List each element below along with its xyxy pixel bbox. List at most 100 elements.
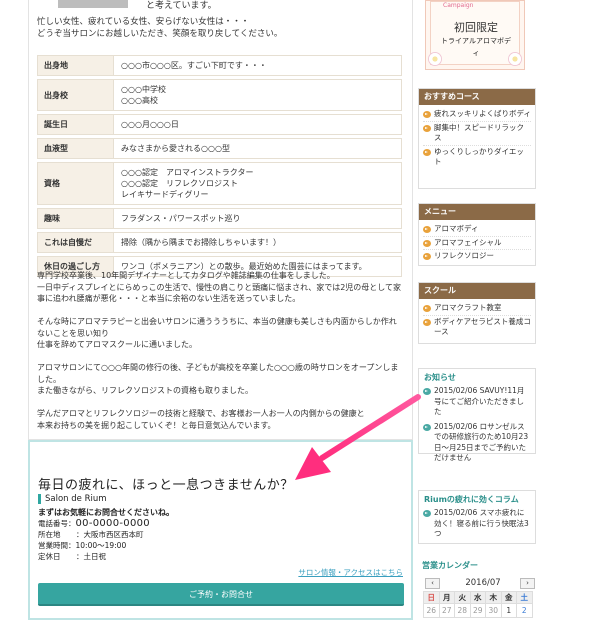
table-row: 趣味 フラダンス・パワースポット巡り [37,208,402,229]
weekday-cell: 金 [500,591,517,604]
day-cell: 27 [438,603,455,618]
banner-title: 初回限定 [454,21,498,34]
weekday-cell: 水 [469,591,486,604]
value-line: フラダンス・パワースポット巡り [121,214,241,223]
menu-label: アロマボディ [434,224,479,233]
news-label: 2015/02/06 ロサンゼルスでの研修旅行のため10月23日～月25日までご… [434,421,529,463]
hours-label: 営業時間： [38,541,76,550]
paragraph: アロマサロンにて○○○年間の修行の後、子どもが高校を卒業した○○○歳の時サロンを… [37,362,402,397]
school-list: アロマクラフト教室 ボディケアセラピスト養成コース [419,299,535,341]
intro-line: どうぞ当サロンにお越しいただき、笑顔を取り戻してください。 [37,28,283,39]
salon-name: Salon de Rium [38,494,107,504]
weekday-cell: 土 [516,591,533,604]
holiday-label: 定休日 [38,552,61,561]
tel-number[interactable]: 00-0000-0000 [76,518,150,529]
bullet-arrow-icon [423,124,431,132]
calendar-month: 2016/07 [465,578,501,588]
news-widget: お知らせ 2015/02/06 SAVUY!11月号にてご紹介いただきました 2… [418,368,536,462]
calendar-prev-button[interactable]: ‹ [425,578,440,589]
line: 学んだアロマとリフレクソロジーの技術と経験で、お客様お一人お一人の内側からの健康… [37,409,365,418]
value-line: ○○○中学校 [121,85,166,94]
intro-text: 忙しい女性、疲れている女性、安らげない女性は・・・ どうぞ当サロンにお越しいただ… [37,17,397,40]
news-heading: お知らせ [424,373,456,382]
news-link[interactable]: 2015/02/06 SAVUY!11月号にてご紹介いただきました [419,384,535,420]
line: 一日中ディスプレイとにらめっこの生活で、慢性の肩こりと頭痛に悩まされ、家では2児… [37,282,402,304]
trial-campaign-banner[interactable]: Campaign 初回限定 トライアルアロマボデ ィ [425,0,525,70]
weekday-row: 日 月 火 水 木 金 土 [423,591,533,604]
weekday-cell: 火 [454,591,471,604]
holiday-row: 定休日 ：土日祝 [38,551,150,562]
row-value: 掃除（隅から隅までお掃除しちゃいます！） [113,232,402,253]
calendar-nav: ‹ 2016/07 › [423,578,535,590]
course-heading: おすすめコース [419,89,535,105]
column-link[interactable]: 2015/02/06 スマホ疲れに効く！寝る前に行う快眠法3つ [419,506,535,542]
bullet-arrow-icon [423,318,431,326]
bullet-arrow-icon [423,148,431,156]
table-row: 資格 ○○○認定 アロマインストラクター ○○○認定 リフレクソロジスト レイキサード… [37,162,402,205]
calendar-heading: 営業カレンダー [422,561,478,570]
column-widget: Riumの疲れに効くコラム 2015/02/06 スマホ疲れに効く！寝る前に行う… [418,490,536,544]
day-cell: 2 [516,603,533,618]
menu-link[interactable]: アロマフェイシャル [423,237,531,250]
school-link[interactable]: ボディケアセラピスト養成コース [423,316,531,339]
intro-tail: と考えています。 [146,1,217,11]
course-link[interactable]: ゆっくりしっかりダイエット [423,146,531,169]
row-label: 趣味 [37,208,113,229]
hours-row: 営業時間：10:00～19:00 [38,540,150,551]
menu-link[interactable]: リフレクソロジー [423,250,531,263]
paragraph: そんな時にアロマテラピーと出会いサロンに通うううちに、本当の健康も美しさも内面か… [37,316,402,351]
menu-link[interactable]: アロマボディ [423,223,531,237]
bullet-arrow-icon [423,253,431,260]
menu-label: リフレクソロジー [434,251,494,260]
row-label: 資格 [37,162,113,205]
value-line: ○○○高校 [121,96,158,105]
day-cell: 28 [454,603,471,618]
course-link[interactable]: 疲れスッキリよくばりボディ [423,108,531,122]
paragraph: 学んだアロマとリフレクソロジーの技術と経験で、お客様お一人お一人の内側からの健康… [37,408,402,431]
address-label: 所在地 [38,530,61,539]
row-label: 誕生日 [37,114,113,135]
course-link[interactable]: 脚集中！スピードリラックス [423,122,531,146]
banner-subtitle: トライアルアロマボデ [441,37,511,45]
school-link[interactable]: アロマクラフト教室 [423,302,531,316]
reserve-contact-button[interactable]: ご予約・お問合せ [38,583,404,606]
day-cell: 30 [485,603,502,618]
banner-frame: Campaign 初回限定 トライアルアロマボデ ィ [428,1,522,66]
news-label: 2015/02/06 SAVUY!11月号にてご紹介いただきました [434,386,525,416]
school-widget: スクール アロマクラフト教室 ボディケアセラピスト養成コース [418,282,536,344]
value-line: レイキサードディグリー [121,190,209,199]
bunting-text: Campaign [443,2,474,9]
flower-icon [428,52,442,66]
table-row: 出身校 ○○○中学校 ○○○高校 [37,79,402,111]
row-value: ○○○認定 アロマインストラクター ○○○認定 リフレクソロジスト レイキサードディ… [113,162,402,205]
row-value: みなさまから愛される○○○型 [113,138,402,159]
week-row: 26 27 28 29 30 1 2 [423,603,533,618]
value-line: ○○○認定 アロマインストラクター [121,168,254,177]
course-label: 疲れスッキリよくばりボディ [434,109,531,118]
bullet-arrow-icon [423,510,431,517]
biography-text: 専門学校卒業後、10年間デザイナーとしてカタログや雑誌編集の仕事をしました。 一日… [37,270,402,443]
intro-line: 忙しい女性、疲れている女性、安らげない女性は・・・ [37,17,250,27]
value-line: みなさまから愛される○○○型 [121,144,230,153]
calendar-next-button[interactable]: › [520,578,535,589]
day-cell: 26 [423,603,440,618]
weekday-cell: 日 [423,591,440,604]
hours-value: 10:00～19:00 [75,541,127,550]
salon-access-link[interactable]: サロン情報・アクセスはこちら [298,567,403,578]
tel-row: 電話番号：00-0000-0000 [38,518,150,529]
tel-label: 電話番号： [38,519,76,528]
line: 仕事を辞めてアロマスクールに通いました。 [37,340,197,349]
column-label: 2015/02/06 スマホ疲れに効く！寝る前に行う快眠法3つ [434,508,529,538]
row-value: フラダンス・パワースポット巡り [113,208,402,229]
bullet-arrow-icon [423,111,431,118]
day-cell: 29 [469,603,486,618]
school-label: ボディケアセラピスト養成コース [434,316,531,337]
news-link[interactable]: 2015/02/06 ロサンゼルスでの研修旅行のため10月23日～月25日までご… [419,420,535,466]
holiday-value: ：土日祝 [76,552,106,561]
course-label: 脚集中！スピードリラックス [434,122,524,143]
day-cell: 1 [500,603,517,618]
school-heading: スクール [419,283,535,299]
value-line: ○○○認定 リフレクソロジスト [121,179,238,188]
menu-label: アロマフェイシャル [434,237,502,247]
table-row: 出身地 ○○○市○○○区。すごい下町です・・・ [37,55,402,76]
